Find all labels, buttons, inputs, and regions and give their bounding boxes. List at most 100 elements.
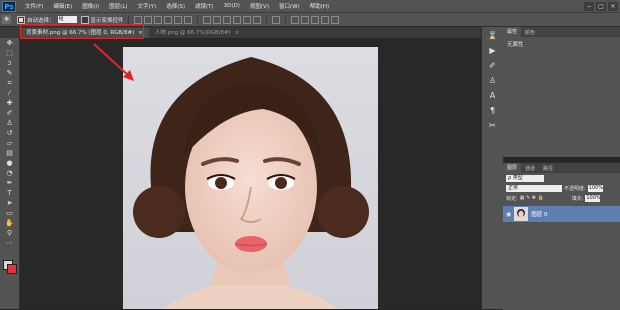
quick-select-icon[interactable]: ✎: [4, 69, 15, 78]
eyedropper-icon[interactable]: ⁄: [4, 89, 15, 98]
menu-file[interactable]: 文件(F): [20, 2, 48, 10]
layer-filter-dropdown[interactable]: ρ 类型: [506, 174, 544, 182]
move-icon[interactable]: ✥: [4, 39, 15, 48]
canvas-image[interactable]: [123, 47, 378, 309]
tab-layers[interactable]: 图层: [503, 163, 522, 173]
lock-label: 锁定:: [506, 195, 518, 202]
shape-icon[interactable]: ▭: [4, 209, 15, 218]
menu-view[interactable]: 视图(V): [245, 2, 274, 10]
auto-align-icon[interactable]: [271, 15, 280, 24]
brush-preset-icon[interactable]: ✐: [487, 60, 499, 71]
align-vcenter-icon[interactable]: [143, 15, 152, 24]
tab-paths[interactable]: 路径: [539, 165, 557, 172]
distribute-bottom-icon[interactable]: [222, 15, 231, 24]
tools-preset-icon[interactable]: ✂: [487, 120, 499, 131]
visibility-eye-icon[interactable]: ◉: [506, 211, 511, 218]
tab-properties[interactable]: 属性: [503, 27, 522, 37]
background-color-swatch[interactable]: [7, 264, 17, 274]
layer-row[interactable]: ◉ 图层 0: [503, 206, 620, 222]
close-tab-icon[interactable]: ×: [235, 30, 240, 36]
tab-label: 人物.png @ 66.7%(RGB/8#): [154, 30, 231, 36]
menu-type[interactable]: 文字(Y): [133, 2, 162, 10]
layers-tabs: 图层 通道 路径: [503, 163, 620, 173]
character-icon[interactable]: A: [487, 90, 499, 101]
distribute-right-icon[interactable]: [252, 15, 261, 24]
menu-image[interactable]: 图像(I): [77, 2, 104, 10]
divider: [265, 15, 267, 24]
type-icon[interactable]: T: [4, 189, 15, 198]
fill-input[interactable]: 100%: [585, 194, 601, 202]
fill-label: 填充:: [571, 195, 584, 202]
show-transform-checkbox[interactable]: [80, 15, 89, 24]
edit-mode-icon[interactable]: ⋯: [4, 239, 15, 248]
divider: [196, 15, 198, 24]
tab-highlight-box: [20, 24, 144, 39]
auto-select-label: 自动选择：: [27, 17, 55, 24]
lasso-icon[interactable]: ↄ: [4, 59, 15, 68]
crop-icon[interactable]: ⌗: [4, 79, 15, 88]
pen-icon[interactable]: ✒: [4, 179, 15, 188]
healing-icon[interactable]: ✚: [4, 99, 15, 108]
properties-panel: 属性 颜色 无属性: [503, 27, 620, 157]
history-icon[interactable]: ⌛: [487, 30, 499, 41]
auto-select-dropdown[interactable]: 组: [57, 16, 77, 23]
3d-rotate-icon[interactable]: [290, 15, 299, 24]
divider: [284, 15, 286, 24]
maximize-button[interactable]: □: [596, 1, 606, 11]
menu-window[interactable]: 窗口(W): [274, 2, 305, 10]
divider: [127, 15, 129, 24]
distribute-left-icon[interactable]: [232, 15, 241, 24]
tab-person[interactable]: 人物.png @ 66.7%(RGB/8#) ×: [149, 28, 245, 38]
distribute-vcenter-icon[interactable]: [212, 15, 221, 24]
portrait-illustration: [123, 47, 378, 309]
layer-filter-row: ρ 类型: [503, 173, 620, 183]
lock-icons[interactable]: ▦ ✎ ✥ 🔒: [520, 195, 570, 201]
hand-icon[interactable]: ✋: [4, 219, 15, 228]
opacity-label: 不透明度:: [564, 185, 586, 192]
history-brush-icon[interactable]: ↺: [4, 129, 15, 138]
menu-edit[interactable]: 编辑(E): [48, 2, 77, 10]
tab-channels[interactable]: 通道: [521, 165, 539, 172]
marquee-icon[interactable]: ⬚: [4, 49, 15, 58]
window-controls: − □ ×: [584, 1, 618, 11]
blend-row: 正常 不透明度: 100%: [503, 183, 620, 193]
3d-scale-icon[interactable]: [330, 15, 339, 24]
menu-select[interactable]: 选择(S): [161, 2, 190, 10]
actions-icon[interactable]: ▶: [487, 45, 499, 56]
minimize-button[interactable]: −: [584, 1, 594, 11]
opacity-input[interactable]: 100%: [587, 184, 603, 192]
menu-filter[interactable]: 滤镜(T): [190, 2, 219, 10]
brush-icon[interactable]: ✐: [4, 109, 15, 118]
layer-thumbnail: [514, 207, 529, 221]
blur-icon[interactable]: ●: [4, 159, 15, 168]
annotation-arrow: [93, 43, 134, 81]
align-bottom-icon[interactable]: [153, 15, 162, 24]
3d-drag-icon[interactable]: [310, 15, 319, 24]
3d-roll-icon[interactable]: [300, 15, 309, 24]
paragraph-icon[interactable]: ¶: [487, 105, 499, 116]
align-left-icon[interactable]: [163, 15, 172, 24]
no-properties-text: 无属性: [507, 42, 524, 48]
menu-bar: Ps 文件(F) 编辑(E) 图像(I) 图层(L) 文字(Y) 选择(S) 滤…: [0, 0, 620, 13]
close-window-button[interactable]: ×: [608, 1, 618, 11]
eraser-icon[interactable]: ▱: [4, 139, 15, 148]
stamp-icon[interactable]: ♙: [4, 119, 15, 128]
menu-help[interactable]: 帮助(H): [305, 2, 334, 10]
align-hcenter-icon[interactable]: [173, 15, 182, 24]
align-right-icon[interactable]: [183, 15, 192, 24]
zoom-icon[interactable]: ⚲: [4, 229, 15, 238]
blend-mode-dropdown[interactable]: 正常: [506, 184, 562, 192]
3d-slide-icon[interactable]: [320, 15, 329, 24]
distribute-top-icon[interactable]: [202, 15, 211, 24]
move-tool-preset-icon[interactable]: ✥: [2, 15, 11, 24]
align-top-icon[interactable]: [133, 15, 142, 24]
path-select-icon[interactable]: ➤: [4, 199, 15, 208]
gradient-icon[interactable]: ▤: [4, 149, 15, 158]
distribute-hcenter-icon[interactable]: [242, 15, 251, 24]
tab-color[interactable]: 颜色: [521, 29, 539, 36]
menu-layer[interactable]: 图层(L): [104, 2, 132, 10]
clone-source-icon[interactable]: ♙: [487, 75, 499, 86]
dodge-icon[interactable]: ◔: [4, 169, 15, 178]
auto-select-checkbox[interactable]: [17, 15, 25, 24]
menu-3d[interactable]: 3D(D): [219, 3, 245, 9]
